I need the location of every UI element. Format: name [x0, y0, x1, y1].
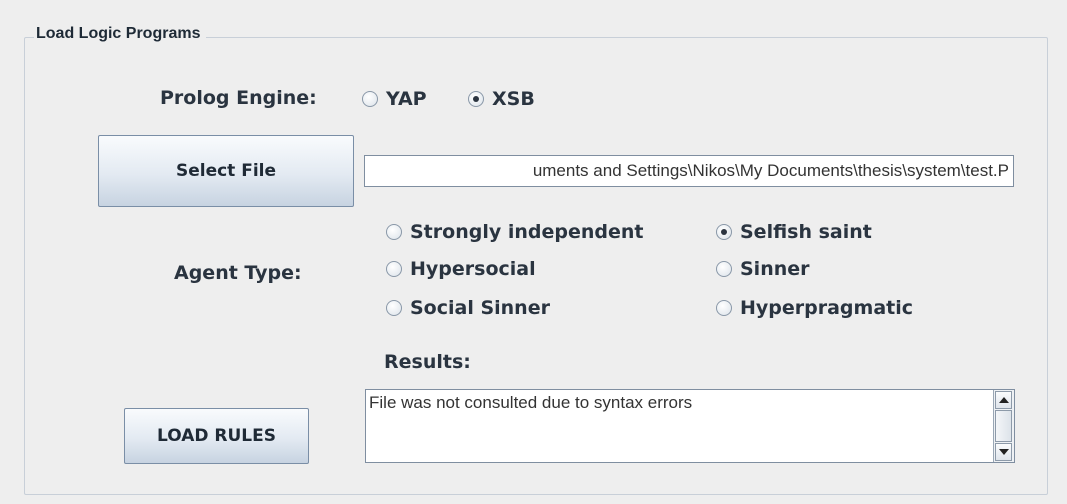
load-rules-button[interactable]: LOAD RULES	[124, 408, 309, 464]
radio-off-icon	[716, 300, 732, 316]
select-file-button[interactable]: Select File	[98, 135, 354, 207]
results-text: File was not consulted due to syntax err…	[369, 393, 693, 412]
agent-radio-hypersocial[interactable]: Hypersocial	[386, 258, 536, 280]
radio-off-icon	[386, 261, 402, 277]
radio-on-icon	[716, 224, 732, 240]
results-scrollbar[interactable]	[993, 390, 1014, 462]
agent-radio-sinner[interactable]: Sinner	[716, 258, 810, 280]
scroll-up-button[interactable]	[995, 391, 1012, 409]
panel-title: Load Logic Programs	[34, 25, 207, 43]
agent-radio-hyperpragmatic[interactable]: Hyperpragmatic	[716, 297, 913, 319]
scroll-thumb[interactable]	[995, 410, 1012, 442]
scroll-down-button[interactable]	[995, 443, 1012, 461]
file-path-field[interactable]: uments and Settings\Nikos\My Documents\t…	[364, 155, 1014, 187]
agent-radio-selfish-saint[interactable]: Selfish saint	[716, 221, 872, 243]
arrow-down-icon	[998, 449, 1009, 455]
radio-off-icon	[362, 91, 378, 107]
prolog-engine-label: Prolog Engine:	[160, 87, 317, 109]
radio-off-icon	[386, 224, 402, 240]
file-path-text: uments and Settings\Nikos\My Documents\t…	[532, 161, 1009, 180]
results-textarea[interactable]: File was not consulted due to syntax err…	[365, 389, 1015, 463]
engine-radio-xsb[interactable]: XSB	[468, 88, 535, 110]
radio-off-icon	[716, 261, 732, 277]
engine-radio-yap[interactable]: YAP	[362, 88, 427, 110]
agent-radio-strongly-independent[interactable]: Strongly independent	[386, 221, 643, 243]
agent-type-label: Agent Type:	[174, 262, 302, 284]
radio-on-icon	[468, 91, 484, 107]
radio-off-icon	[386, 300, 402, 316]
results-label: Results:	[384, 351, 471, 373]
agent-radio-social-sinner[interactable]: Social Sinner	[386, 297, 550, 319]
arrow-up-icon	[998, 397, 1009, 403]
